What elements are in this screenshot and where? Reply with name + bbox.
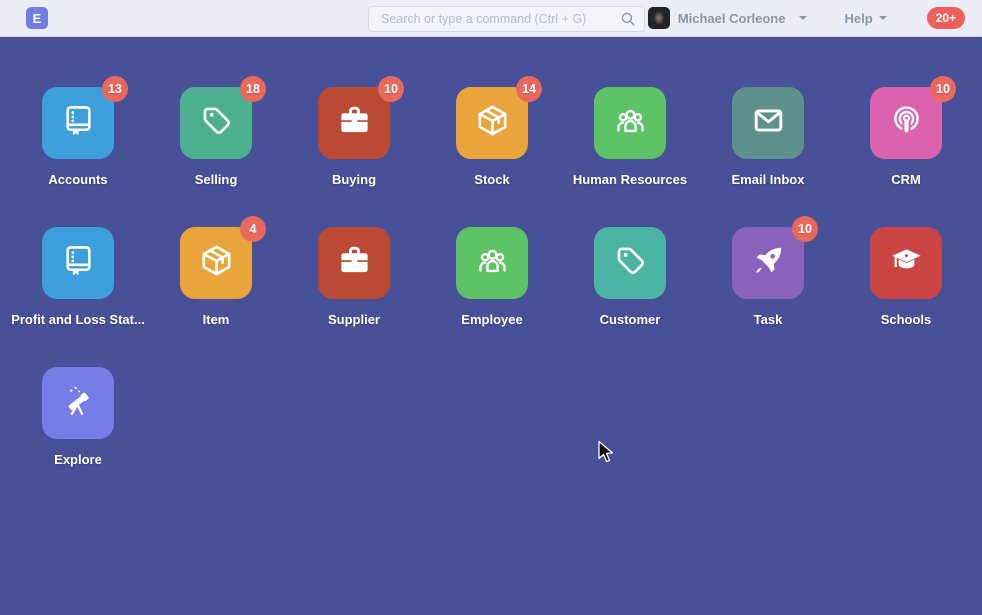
module-supplier[interactable]: Supplier [285, 227, 423, 367]
module-label: Profit and Loss Stat... [11, 312, 145, 327]
module-explore[interactable]: Explore [9, 367, 147, 507]
chevron-down-icon [799, 16, 807, 20]
module-label: Email Inbox [732, 172, 805, 187]
rocket-icon [750, 242, 787, 284]
app-logo-letter: E [33, 11, 42, 26]
app-logo[interactable]: E [26, 7, 48, 29]
module-count-badge: 4 [240, 216, 266, 242]
module-label: Selling [195, 172, 238, 187]
module-selling[interactable]: 18 Selling [147, 87, 285, 227]
module-label: Customer [600, 312, 661, 327]
module-tile [42, 227, 114, 299]
tag-icon [612, 242, 649, 284]
module-label: Employee [461, 312, 522, 327]
module-tile: 13 [42, 87, 114, 159]
module-count-badge: 10 [378, 76, 404, 102]
module-tile [318, 227, 390, 299]
graduation-cap-icon [888, 242, 925, 284]
user-name: Michael Corleone [678, 11, 786, 26]
module-label: Buying [332, 172, 376, 187]
module-customer[interactable]: Customer [561, 227, 699, 367]
module-tile: 14 [456, 87, 528, 159]
book-icon [60, 102, 97, 144]
notifications-badge[interactable]: 20+ [927, 7, 965, 29]
module-task[interactable]: 10 Task [699, 227, 837, 367]
module-human-resources[interactable]: Human Resources [561, 87, 699, 227]
module-label: Schools [881, 312, 932, 327]
module-profit-and-loss-stat[interactable]: Profit and Loss Stat... [9, 227, 147, 367]
navbar: E Michael Corleone Help 20+ [0, 0, 982, 37]
module-tile [42, 367, 114, 439]
tag-icon [198, 102, 235, 144]
module-tile: 4 [180, 227, 252, 299]
people-icon [474, 242, 511, 284]
module-employee[interactable]: Employee [423, 227, 561, 367]
module-accounts[interactable]: 13 Accounts [9, 87, 147, 227]
module-grid: 13 Accounts 18 Selling 10 Buying 14 Stoc… [9, 87, 975, 507]
chevron-down-icon [879, 16, 887, 20]
module-tile [870, 227, 942, 299]
module-tile [732, 87, 804, 159]
module-tile: 10 [732, 227, 804, 299]
module-tile: 18 [180, 87, 252, 159]
module-stock[interactable]: 14 Stock [423, 87, 561, 227]
people-icon [612, 102, 649, 144]
module-label: Explore [54, 452, 102, 467]
briefcase-icon [336, 242, 373, 284]
module-count-badge: 14 [516, 76, 542, 102]
module-crm[interactable]: 10 CRM [837, 87, 975, 227]
search-input[interactable] [368, 6, 645, 32]
module-item[interactable]: 4 Item [147, 227, 285, 367]
telescope-icon [60, 382, 97, 424]
book-icon [60, 242, 97, 284]
box-icon [474, 102, 511, 144]
module-label: Task [754, 312, 783, 327]
global-search [368, 6, 645, 32]
envelope-icon [750, 102, 787, 144]
navbar-right: Michael Corleone Help 20+ [648, 0, 965, 36]
module-tile [594, 87, 666, 159]
module-label: CRM [891, 172, 921, 187]
module-tile [456, 227, 528, 299]
module-label: Supplier [328, 312, 380, 327]
module-count-badge: 13 [102, 76, 128, 102]
module-tile: 10 [318, 87, 390, 159]
module-tile [594, 227, 666, 299]
module-buying[interactable]: 10 Buying [285, 87, 423, 227]
module-tile: 10 [870, 87, 942, 159]
help-menu[interactable]: Help [844, 11, 886, 26]
module-label: Stock [474, 172, 509, 187]
module-schools[interactable]: Schools [837, 227, 975, 367]
crm-target-icon [888, 102, 925, 144]
module-label: Item [203, 312, 230, 327]
box-icon [198, 242, 235, 284]
briefcase-icon [336, 102, 373, 144]
module-count-badge: 10 [930, 76, 956, 102]
mouse-cursor [597, 440, 616, 465]
help-label: Help [844, 11, 872, 26]
module-email-inbox[interactable]: Email Inbox [699, 87, 837, 227]
user-menu[interactable]: Michael Corleone [648, 7, 808, 29]
module-count-badge: 18 [240, 76, 266, 102]
module-label: Accounts [48, 172, 107, 187]
user-avatar [648, 7, 670, 29]
module-count-badge: 10 [792, 216, 818, 242]
module-label: Human Resources [573, 172, 687, 187]
